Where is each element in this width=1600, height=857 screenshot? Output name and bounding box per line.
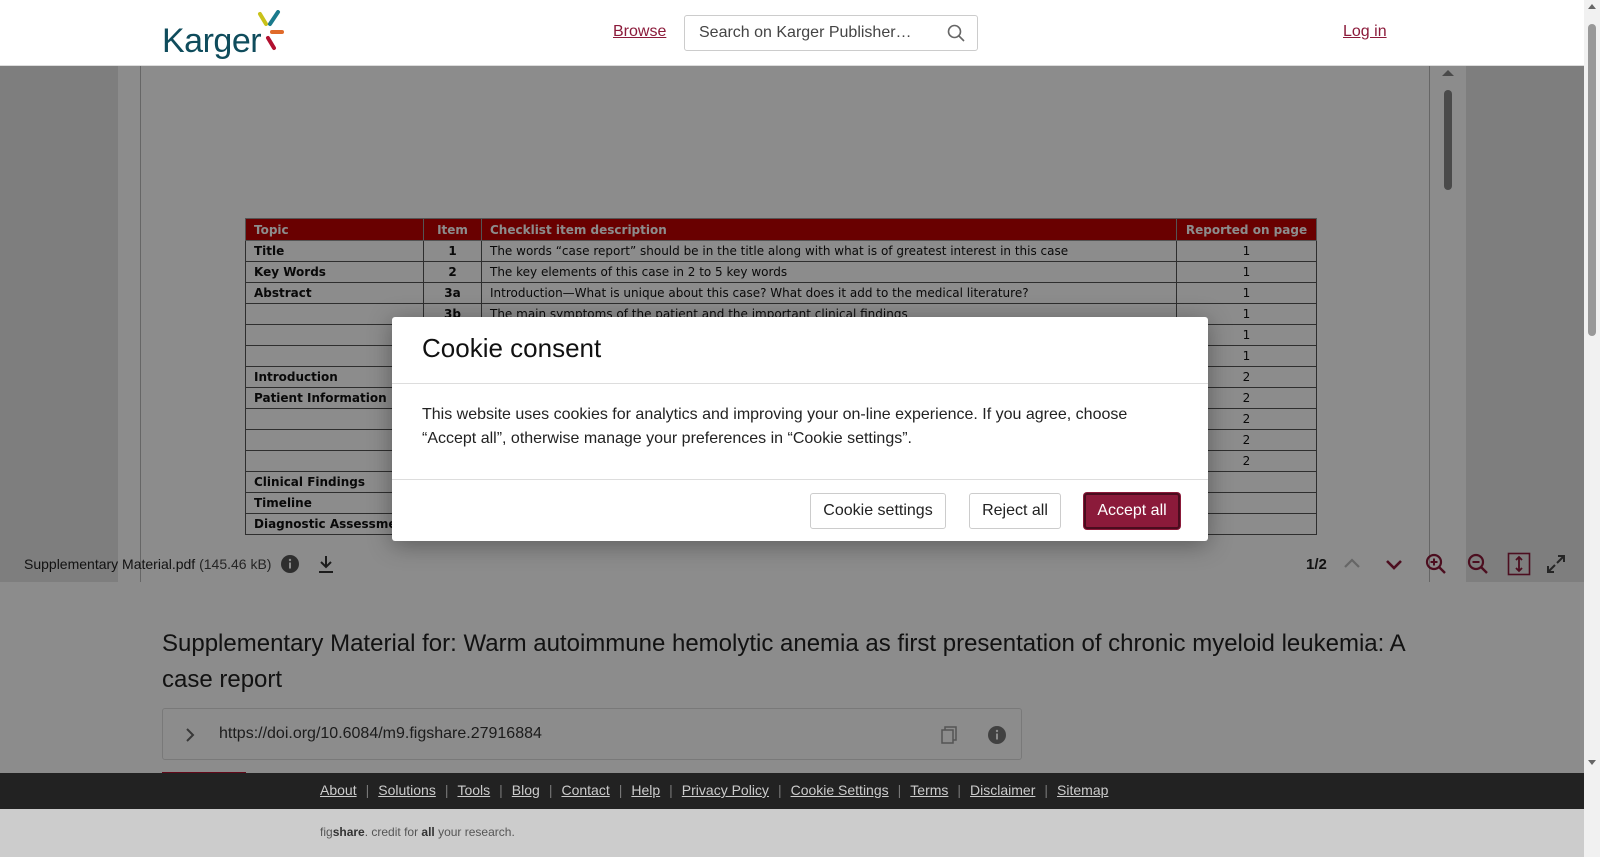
site-header: Karger Browse Log in	[0, 0, 1584, 66]
footer-separator: |	[365, 782, 370, 798]
footer-link-tools[interactable]: Tools	[457, 782, 490, 798]
dialog-title: Cookie consent	[422, 333, 602, 363]
footer-bottom: figshare. credit for all your research.	[0, 809, 1584, 857]
footer-link-privacy-policy[interactable]: Privacy Policy	[682, 782, 769, 798]
scroll-up-icon[interactable]	[1588, 4, 1596, 9]
footer-separator: |	[669, 782, 673, 798]
dialog-divider	[392, 479, 1208, 480]
browse-link[interactable]: Browse	[613, 23, 666, 41]
cookie-settings-button[interactable]: Cookie settings	[810, 493, 946, 529]
footer-nav: About | Solutions | Tools | Blog | Contact | Help |…	[0, 773, 1584, 809]
footer-link-help[interactable]: Help	[631, 782, 660, 798]
footer-separator: |	[499, 782, 503, 798]
footer-link-cookie-settings[interactable]: Cookie Settings	[791, 782, 889, 798]
search-icon[interactable]	[947, 24, 965, 42]
logo-mark-icon	[258, 10, 284, 50]
scroll-down-icon[interactable]	[1588, 760, 1596, 765]
page-scrollbar[interactable]	[1584, 0, 1600, 857]
footer-separator: |	[444, 782, 449, 798]
logo-text: Karger	[162, 22, 262, 60]
page-scroll-thumb[interactable]	[1588, 24, 1596, 336]
dialog-divider	[392, 383, 1208, 384]
footer-separator: |	[777, 782, 782, 798]
reject-all-button[interactable]: Reject all	[969, 493, 1061, 529]
footer-link-blog[interactable]: Blog	[512, 782, 540, 798]
footer-separator: |	[1044, 782, 1049, 798]
karger-logo[interactable]: Karger	[162, 10, 284, 60]
footer-link-contact[interactable]: Contact	[561, 782, 609, 798]
accept-all-button[interactable]: Accept all	[1084, 493, 1180, 529]
footer-link-solutions[interactable]: Solutions	[378, 782, 436, 798]
footer-link-sitemap[interactable]: Sitemap	[1057, 782, 1108, 798]
search-input[interactable]	[699, 16, 939, 50]
footer-credit: figshare. credit for all your research.	[320, 825, 515, 839]
footer-separator: |	[897, 782, 902, 798]
footer-link-terms[interactable]: Terms	[910, 782, 948, 798]
footer-separator: |	[548, 782, 553, 798]
footer-links: About | Solutions | Tools | Blog | Contact | Help |…	[320, 782, 1108, 798]
login-link[interactable]: Log in	[1343, 23, 1387, 41]
footer-link-disclaimer[interactable]: Disclaimer	[970, 782, 1035, 798]
dialog-message: This website uses cookies for analytics …	[422, 406, 1128, 447]
footer-separator: |	[957, 782, 962, 798]
cookie-consent-dialog: Cookie consent This website uses cookies…	[392, 317, 1208, 541]
footer-link-about[interactable]: About	[320, 782, 357, 798]
search-box	[684, 15, 978, 51]
footer-separator: |	[618, 782, 623, 798]
